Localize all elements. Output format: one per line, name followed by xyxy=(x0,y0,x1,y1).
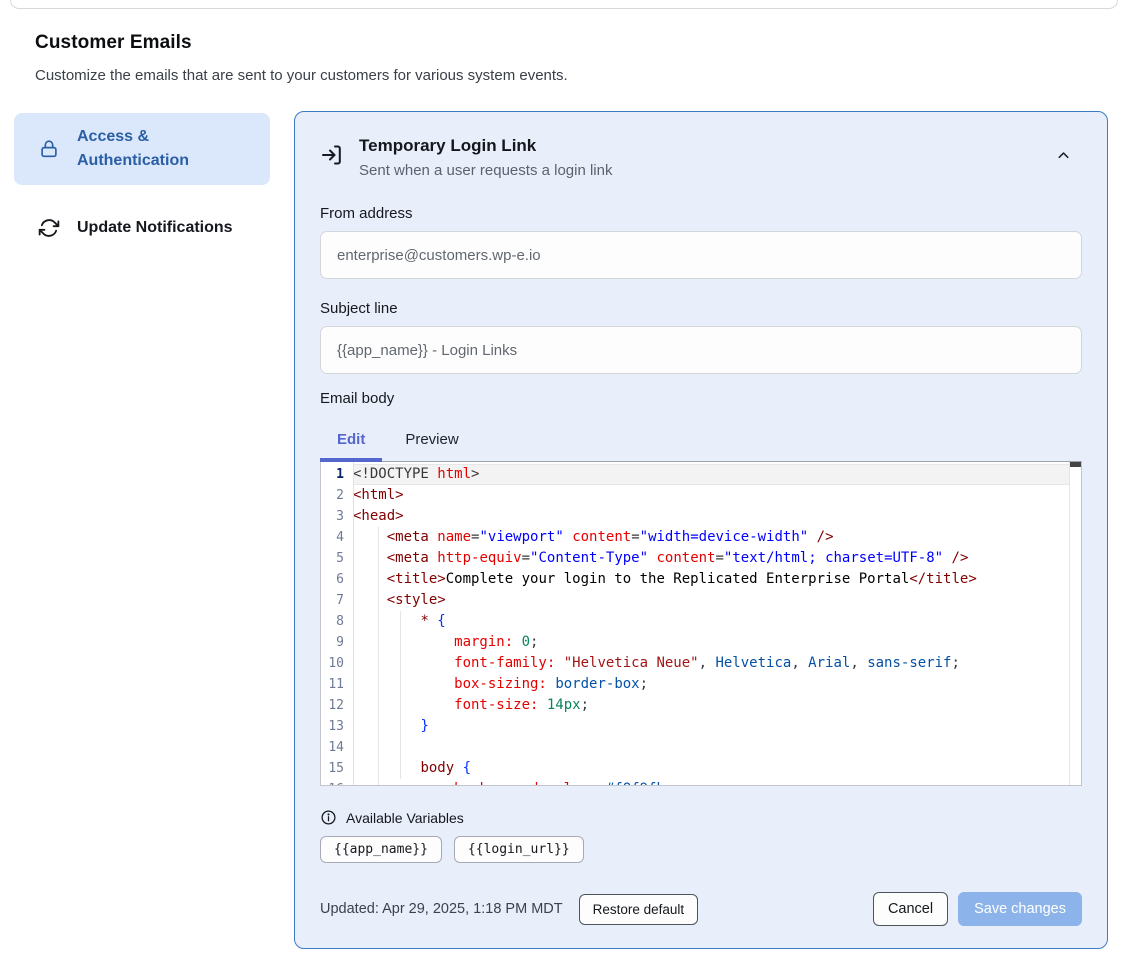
code-line[interactable]: 3<head> xyxy=(321,506,1081,527)
code-text[interactable]: } xyxy=(353,716,1081,737)
refresh-icon xyxy=(38,217,60,239)
line-number[interactable]: 7 xyxy=(321,590,353,611)
content: Access & Authentication Update Notificat… xyxy=(0,84,1128,949)
code-line[interactable]: 14 xyxy=(321,737,1081,758)
code-text[interactable]: * { xyxy=(353,611,1081,632)
variable-chip-login-url[interactable]: {{login_url}} xyxy=(454,836,584,863)
code-line[interactable]: 10 font-family: "Helvetica Neue", Helvet… xyxy=(321,653,1081,674)
code-text[interactable]: <meta http-equiv="Content-Type" content=… xyxy=(353,548,1081,569)
sidebar-item-label: Update Notifications xyxy=(77,216,233,240)
collapse-button[interactable] xyxy=(1055,147,1072,167)
panel-header: Temporary Login Link Sent when a user re… xyxy=(320,136,1082,179)
from-address-label: From address xyxy=(320,205,1082,222)
code-line[interactable]: 9 margin: 0; xyxy=(321,632,1081,653)
editor-scrollbar[interactable] xyxy=(1069,462,1081,785)
subject-line-input[interactable] xyxy=(320,326,1082,374)
panel-footer: Updated: Apr 29, 2025, 1:18 PM MDT Resto… xyxy=(320,892,1082,926)
from-address-input[interactable] xyxy=(320,231,1082,279)
email-body-label: Email body xyxy=(320,390,1082,407)
line-number[interactable]: 6 xyxy=(321,569,353,590)
panel-title: Temporary Login Link xyxy=(359,136,612,156)
line-number[interactable]: 9 xyxy=(321,632,353,653)
sidebar-item-label: Access & Authentication xyxy=(77,125,256,173)
code-line[interactable]: 1<!DOCTYPE html> xyxy=(321,464,1081,485)
code-text[interactable]: box-sizing: border-box; xyxy=(353,674,1081,695)
code-text[interactable]: margin: 0; xyxy=(353,632,1081,653)
code-text[interactable]: background-color: #f8f9fb; xyxy=(353,779,1081,786)
code-line[interactable]: 16 background-color: #f8f9fb; xyxy=(321,779,1081,786)
code-text[interactable]: <html> xyxy=(353,485,1081,506)
code-line[interactable]: 5 <meta http-equiv="Content-Type" conten… xyxy=(321,548,1081,569)
code-text[interactable]: font-size: 14px; xyxy=(353,695,1081,716)
code-line[interactable]: 4 <meta name="viewport" content="width=d… xyxy=(321,527,1081,548)
code-text[interactable]: <style> xyxy=(353,590,1081,611)
page-title: Customer Emails xyxy=(35,32,1093,54)
code-text[interactable]: <head> xyxy=(353,506,1081,527)
tab-edit[interactable]: Edit xyxy=(320,422,382,461)
sidebar: Access & Authentication Update Notificat… xyxy=(14,111,270,252)
subject-line-label: Subject line xyxy=(320,300,1082,317)
page-header: Customer Emails Customize the emails tha… xyxy=(0,9,1128,84)
variable-chip-app-name[interactable]: {{app_name}} xyxy=(320,836,442,863)
code-line[interactable]: 12 font-size: 14px; xyxy=(321,695,1081,716)
code-line[interactable]: 15 body { xyxy=(321,758,1081,779)
email-body-tabs: Edit Preview xyxy=(320,422,1082,461)
tab-preview[interactable]: Preview xyxy=(382,422,481,461)
available-variables-row: Available Variables xyxy=(320,809,1082,826)
line-number[interactable]: 13 xyxy=(321,716,353,737)
line-number[interactable]: 3 xyxy=(321,506,353,527)
indent-guide xyxy=(400,611,401,779)
line-number[interactable]: 10 xyxy=(321,653,353,674)
code-line[interactable]: 13 } xyxy=(321,716,1081,737)
restore-default-button[interactable]: Restore default xyxy=(579,894,699,925)
panel-subtitle: Sent when a user requests a login link xyxy=(359,162,612,179)
cancel-button[interactable]: Cancel xyxy=(873,892,948,926)
sidebar-item-update-notifications[interactable]: Update Notifications xyxy=(14,204,270,252)
lock-icon xyxy=(38,138,60,160)
panel-header-text: Temporary Login Link Sent when a user re… xyxy=(359,136,612,179)
code-text[interactable]: body { xyxy=(353,758,1081,779)
line-number[interactable]: 14 xyxy=(321,737,353,758)
gutter-border xyxy=(353,462,354,785)
line-number[interactable]: 15 xyxy=(321,758,353,779)
available-variables-label: Available Variables xyxy=(346,810,464,826)
save-changes-button[interactable]: Save changes xyxy=(958,892,1082,926)
line-number[interactable]: 11 xyxy=(321,674,353,695)
line-number[interactable]: 4 xyxy=(321,527,353,548)
code-line[interactable]: 2<html> xyxy=(321,485,1081,506)
line-number[interactable]: 8 xyxy=(321,611,353,632)
code-text[interactable]: <title>Complete your login to the Replic… xyxy=(353,569,1081,590)
code-text[interactable] xyxy=(353,737,1081,758)
info-icon xyxy=(320,809,337,826)
sidebar-item-access-authentication[interactable]: Access & Authentication xyxy=(14,113,270,185)
chevron-up-icon xyxy=(1055,147,1072,167)
code-line[interactable]: 11 box-sizing: border-box; xyxy=(321,674,1081,695)
code-lines: 1<!DOCTYPE html>2<html>3<head>4 <meta na… xyxy=(321,464,1081,786)
page-subtitle: Customize the emails that are sent to yo… xyxy=(35,67,1093,84)
variable-chips: {{app_name}} {{login_url}} xyxy=(320,836,1082,863)
line-number[interactable]: 16 xyxy=(321,779,353,786)
login-icon xyxy=(320,143,344,167)
line-number[interactable]: 12 xyxy=(321,695,353,716)
code-text[interactable]: <meta name="viewport" content="width=dev… xyxy=(353,527,1081,548)
email-settings-panel: Temporary Login Link Sent when a user re… xyxy=(294,111,1108,949)
line-number[interactable]: 2 xyxy=(321,485,353,506)
editor-scrollbar-thumb[interactable] xyxy=(1070,462,1081,467)
code-editor[interactable]: 1<!DOCTYPE html>2<html>3<head>4 <meta na… xyxy=(320,461,1082,786)
code-text[interactable]: font-family: "Helvetica Neue", Helvetica… xyxy=(353,653,1081,674)
code-line[interactable]: 7 <style> xyxy=(321,590,1081,611)
updated-timestamp: Updated: Apr 29, 2025, 1:18 PM MDT xyxy=(320,901,563,917)
code-line[interactable]: 8 * { xyxy=(321,611,1081,632)
indent-guide xyxy=(378,527,379,785)
line-number[interactable]: 5 xyxy=(321,548,353,569)
previous-card-bottom-edge xyxy=(10,0,1118,9)
code-text[interactable]: <!DOCTYPE html> xyxy=(353,464,1081,485)
code-line[interactable]: 6 <title>Complete your login to the Repl… xyxy=(321,569,1081,590)
line-number[interactable]: 1 xyxy=(321,464,353,485)
